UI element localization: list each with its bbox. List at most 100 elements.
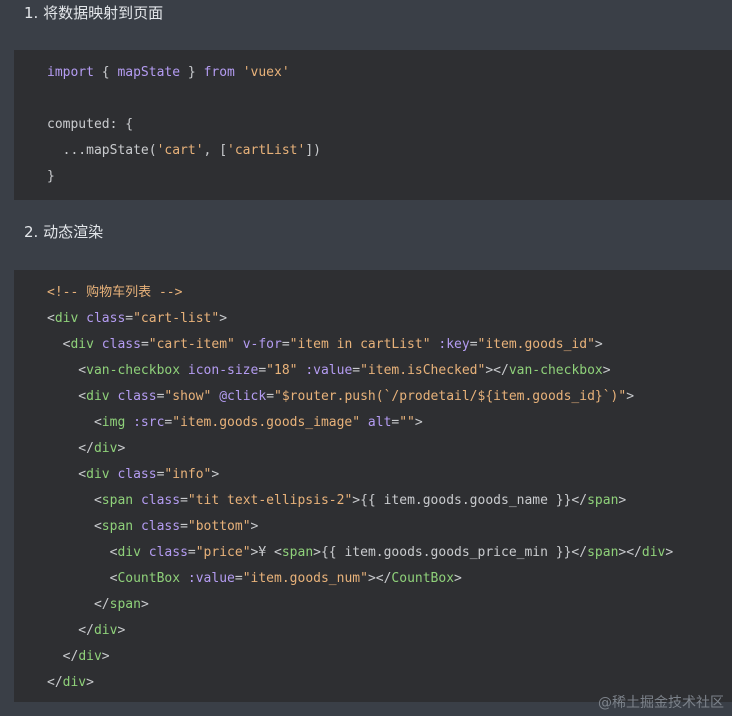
code-token: class bbox=[101, 337, 141, 352]
code-token: <!-- 购物车列表 --> bbox=[47, 285, 183, 300]
code-line: import { mapState } from 'vuex' bbox=[47, 60, 290, 86]
code-token: alt bbox=[367, 415, 392, 430]
code-token: "$router.push(`/prodetail/${item.goods_i… bbox=[274, 389, 627, 404]
code-token: = bbox=[352, 363, 361, 378]
code-token: </ bbox=[47, 675, 63, 690]
code-token: >{{ item.goods.goods_name }}</ bbox=[352, 493, 588, 508]
code-token: "item in cartList" bbox=[289, 337, 431, 352]
code-token: "show" bbox=[164, 389, 212, 404]
code-token: "item.goods.goods_image" bbox=[172, 415, 361, 430]
code-token: 'vuex' bbox=[242, 65, 290, 80]
code-token: div bbox=[117, 545, 141, 560]
code-token: "cart-item" bbox=[148, 337, 235, 352]
code-token: > bbox=[602, 363, 611, 378]
code-token: span bbox=[587, 545, 619, 560]
code-line: </span> bbox=[47, 592, 149, 618]
code-token: div bbox=[93, 441, 118, 456]
code-line: <span class="tit text-ellipsis-2">{{ ite… bbox=[47, 488, 626, 514]
code-token: icon-size bbox=[187, 363, 259, 378]
code-token: "info" bbox=[164, 467, 212, 482]
code-token: = bbox=[180, 519, 188, 534]
code-line: </div> bbox=[47, 670, 94, 696]
code-token: > bbox=[594, 337, 603, 352]
code-token: div bbox=[86, 467, 110, 482]
code-token: < bbox=[47, 389, 87, 404]
code-line: } bbox=[47, 164, 55, 190]
code-token: "bottom" bbox=[187, 519, 251, 534]
code-token: = bbox=[234, 571, 243, 586]
code-token: = bbox=[187, 545, 196, 560]
code-token: < bbox=[47, 363, 87, 378]
code-token: < bbox=[47, 311, 55, 326]
code-token: div bbox=[78, 649, 102, 664]
code-token: < bbox=[47, 493, 102, 508]
code-token: class bbox=[140, 519, 181, 534]
code-token: class bbox=[117, 467, 157, 482]
code-token: > bbox=[117, 623, 126, 638]
code-token: class bbox=[117, 389, 157, 404]
code-token: < bbox=[47, 519, 102, 534]
code-token: span bbox=[101, 493, 134, 508]
code-token: mapState bbox=[117, 65, 181, 80]
code-token: "item.goods_id" bbox=[477, 337, 595, 352]
code-token: = bbox=[281, 337, 290, 352]
code-token: computed: { bbox=[47, 117, 134, 132]
code-token: ></ bbox=[485, 363, 509, 378]
code-line: <div class="info"> bbox=[47, 462, 219, 488]
code-line: ...mapState('cart', ['cartList']) bbox=[47, 138, 321, 164]
code-token: :src bbox=[133, 415, 165, 430]
code-line: <div class="cart-item" v-for="item in ca… bbox=[47, 332, 603, 358]
code-token: van-checkbox bbox=[508, 363, 603, 378]
code-line: <CountBox :value="item.goods_num"></Coun… bbox=[47, 566, 462, 592]
code-token: @click bbox=[219, 389, 267, 404]
code-token: div bbox=[62, 675, 87, 690]
code-token: class bbox=[148, 545, 188, 560]
code-token: "item.goods_num" bbox=[242, 571, 368, 586]
code-token: from bbox=[203, 65, 235, 80]
code-token: } bbox=[180, 65, 204, 80]
code-token: class bbox=[140, 493, 181, 508]
code-token: "tit text-ellipsis-2" bbox=[187, 493, 353, 508]
code-token: "item.isChecked" bbox=[360, 363, 486, 378]
code-token: ...mapState( bbox=[47, 143, 157, 158]
code-token: > bbox=[414, 415, 423, 430]
code-token: img bbox=[101, 415, 126, 430]
code-block-1: import { mapState } from 'vuex' computed:… bbox=[14, 50, 732, 200]
code-line: <van-checkbox icon-size="18" :value="ite… bbox=[47, 358, 611, 384]
code-token: < bbox=[47, 337, 71, 352]
code-token: "" bbox=[399, 415, 415, 430]
code-line: <span class="bottom"> bbox=[47, 514, 258, 540]
code-token: 'cart' bbox=[156, 143, 204, 158]
code-token: > bbox=[618, 493, 627, 508]
code-token: < bbox=[47, 415, 102, 430]
code-token: </ bbox=[47, 623, 94, 638]
code-token: > bbox=[117, 441, 126, 456]
code-token: span bbox=[101, 519, 134, 534]
code-token: = bbox=[140, 337, 149, 352]
code-token: </ bbox=[47, 649, 79, 664]
code-token: } bbox=[47, 169, 55, 184]
code-line: computed: { bbox=[47, 112, 133, 138]
code-token: </ bbox=[47, 441, 94, 456]
code-token: div bbox=[70, 337, 94, 352]
code-token: ></ bbox=[367, 571, 392, 586]
code-token: < bbox=[47, 545, 118, 560]
code-token: = bbox=[266, 389, 275, 404]
code-token: :key bbox=[438, 337, 470, 352]
code-token: > bbox=[454, 571, 462, 586]
code-block-2: <!-- 购物车列表 --> <div class="cart-list"> <d… bbox=[14, 270, 732, 702]
code-token: > bbox=[86, 675, 94, 690]
code-token: :value bbox=[187, 571, 235, 586]
code-line: <img :src="item.goods.goods_image" alt="… bbox=[47, 410, 423, 436]
code-token: "cart-list" bbox=[133, 311, 220, 326]
code-token: ></ bbox=[618, 545, 642, 560]
code-token: "18" bbox=[266, 363, 298, 378]
code-token: v-for bbox=[242, 337, 282, 352]
code-token: = bbox=[469, 337, 478, 352]
